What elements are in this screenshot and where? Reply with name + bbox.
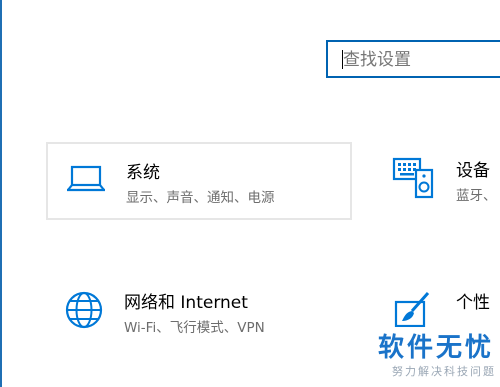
paintbrush-icon [394,292,430,328]
tile-subtitle: Wi-Fi、飞行模式、VPN [124,320,265,336]
tile-subtitle: 蓝牙、 [456,188,497,204]
tile-subtitle: 显示、声音、通知、电源 [126,190,275,206]
watermark-subtitle: 努力解决科技问题 [392,365,496,378]
tile-title: 系统 [126,163,160,183]
watermark: 软件无忧 努力解决科技问题 [364,327,500,387]
laptop-icon [67,165,105,192]
settings-tile-network[interactable]: 网络和 Internet Wi-Fi、飞行模式、VPN [46,278,352,356]
search-input[interactable]: 查找设置 [326,40,500,78]
window-left-edge [0,0,2,387]
tile-title: 网络和 Internet [124,293,248,313]
devices-icon [392,157,434,199]
tile-title: 设备 [456,161,490,181]
tile-title: 个性 [456,293,490,313]
settings-tile-devices[interactable]: 设备 蓝牙、 [380,142,500,220]
globe-icon [65,291,103,329]
search-placeholder: 查找设置 [343,50,411,70]
watermark-title: 软件无忧 [378,333,495,363]
settings-tile-system[interactable]: 系统 显示、声音、通知、电源 [46,142,352,220]
